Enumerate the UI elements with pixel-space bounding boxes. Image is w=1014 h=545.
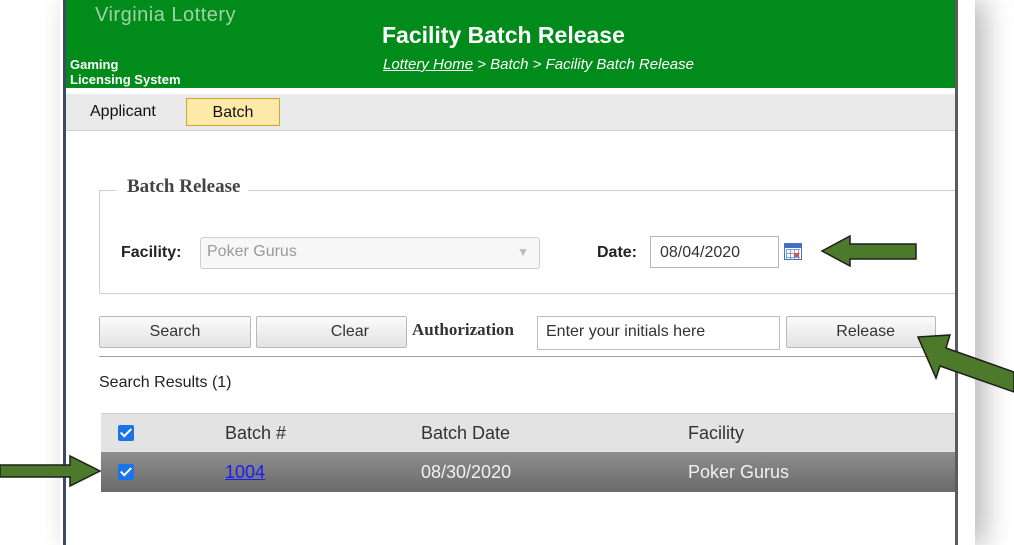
authorization-input[interactable]: Enter your initials here [537,316,780,350]
window-right-edge [955,0,958,545]
breadcrumb-home-link[interactable]: Lottery Home [383,56,473,73]
column-header-batch-number: Batch # [225,423,287,443]
row-checkbox[interactable] [118,464,134,480]
menu-bar: Applicant Batch [66,94,958,131]
calendar-icon[interactable] [784,243,802,260]
brand-subtitle-line1: Gaming [70,57,119,72]
facility-cell: Poker Gurus [688,462,790,482]
brand-subtitle-line2: Licensing System [70,72,181,87]
batch-release-legend: Batch Release [116,176,249,198]
batch-number-link[interactable]: 1004 [225,462,265,483]
calendar-icon-today [794,253,799,257]
app-window: Virginia Lottery Gaming Licensing System… [66,0,958,545]
date-label: Date: [597,244,638,261]
table-row[interactable]: 1004 08/30/2020 Poker Gurus [101,452,958,492]
results-table-header: Batch # Batch Date Facility [101,413,958,452]
search-results-summary: Search Results (1) [99,374,232,391]
facility-label: Facility: [121,244,182,261]
column-header-batch-date: Batch Date [421,423,511,443]
divider [99,356,958,357]
batch-date-cell: 08/30/2020 [421,462,512,482]
breadcrumb: Lottery Home > Batch > Facility Batch Re… [383,56,694,73]
facility-select-value: Poker Gurus [207,243,297,260]
authorization-label: Authorization [412,320,514,339]
brand-logo-text: Virginia Lottery [95,4,237,26]
select-all-checkbox[interactable] [118,425,134,441]
clear-button[interactable]: Clear [256,316,407,348]
menu-item-batch[interactable]: Batch [186,98,280,126]
menu-item-applicant[interactable]: Applicant [78,98,168,126]
batch-number-link-text[interactable]: 1004 [225,462,265,482]
page-header: Virginia Lottery Gaming Licensing System… [66,0,958,88]
facility-select[interactable]: Poker Gurus ▼ [200,237,540,269]
date-input[interactable]: 08/04/2020 [650,236,779,268]
brand-subtitle: Gaming Licensing System [70,57,181,87]
chevron-down-icon: ▼ [517,245,529,259]
search-button[interactable]: Search [99,316,251,348]
column-header-facility: Facility [688,423,745,443]
release-button[interactable]: Release [786,316,936,348]
calendar-icon-header [785,244,801,248]
breadcrumb-trail: > Batch > Facility Batch Release [473,56,694,73]
page-title: Facility Batch Release [382,22,625,48]
